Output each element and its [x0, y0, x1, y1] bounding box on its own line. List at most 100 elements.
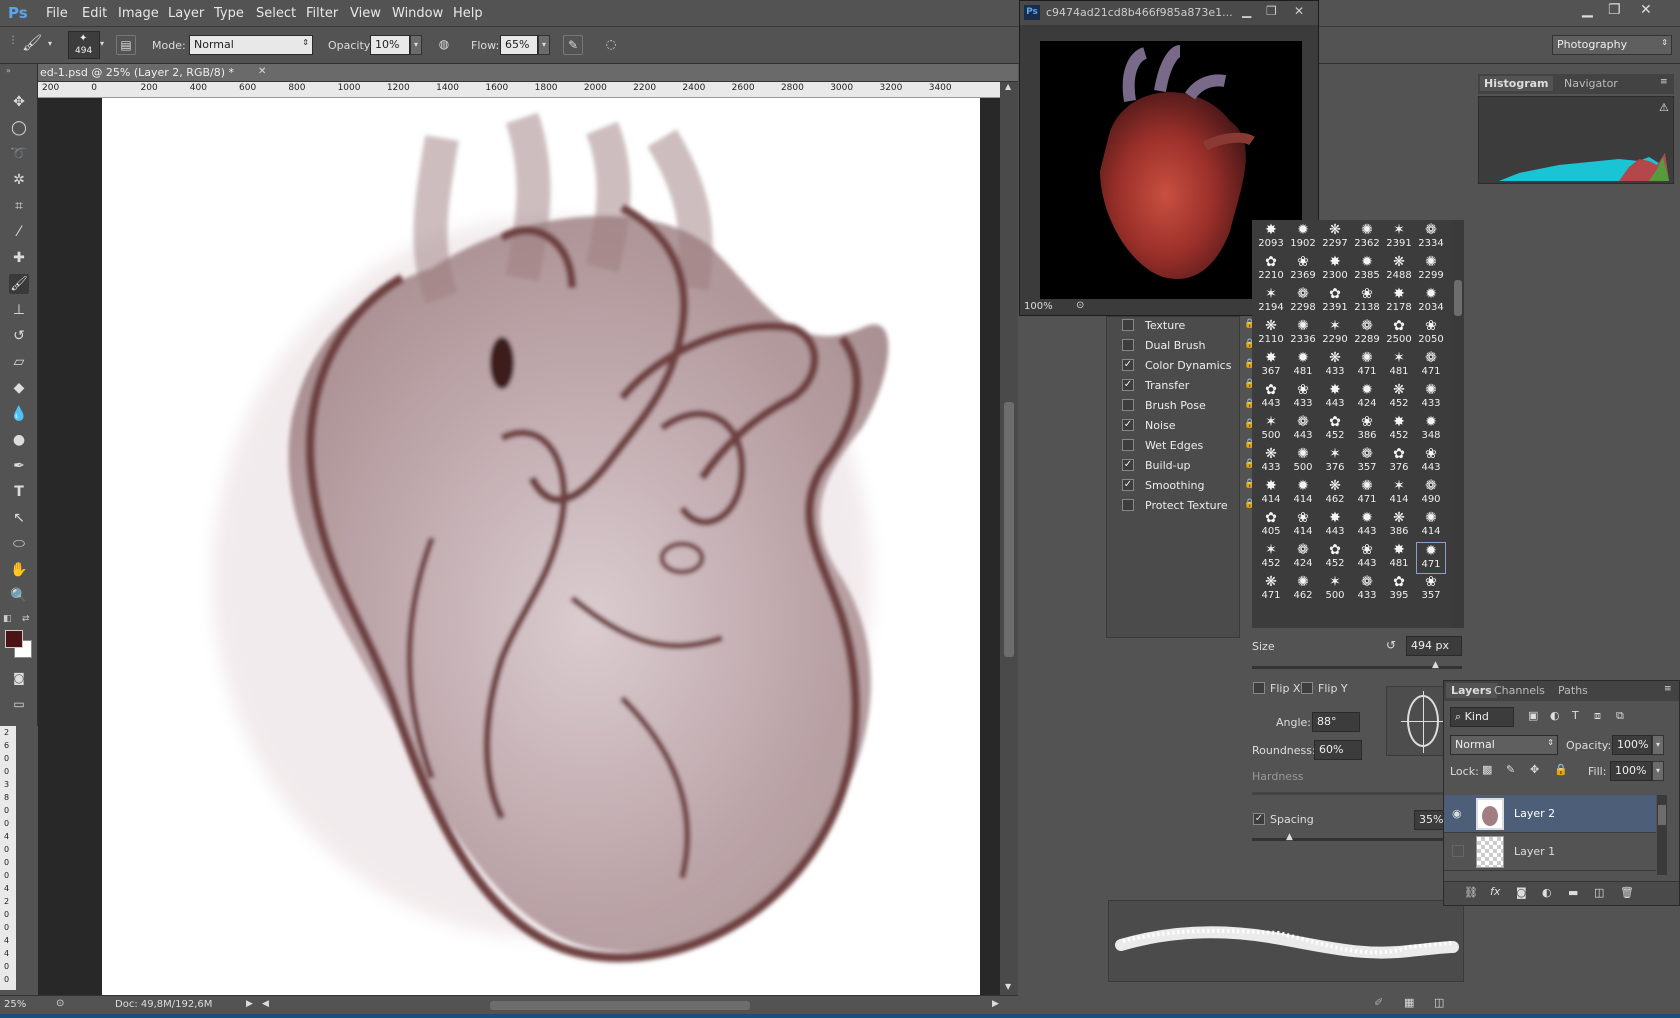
eraser-tool-icon[interactable]: ▱: [9, 352, 29, 372]
checkbox-checked[interactable]: ✓: [1122, 479, 1134, 491]
ellipse-tool-icon[interactable]: ⬭: [9, 534, 29, 554]
history-brush-icon[interactable]: ↺: [9, 326, 29, 346]
brush-tip-item[interactable]: ✹ 2385: [1352, 254, 1382, 286]
brush-tip-item[interactable]: ✿ 452: [1320, 414, 1350, 446]
brush-tip-item[interactable]: ❀ 2369: [1288, 254, 1318, 286]
size-input[interactable]: 494 px: [1406, 636, 1462, 656]
layer-filter-kind[interactable]: ⌕ Kind: [1450, 707, 1514, 727]
collapse-icon[interactable]: »: [6, 66, 11, 75]
brush-tip-item[interactable]: ✿ 443: [1256, 382, 1286, 414]
roundness-input[interactable]: 60%: [1314, 740, 1362, 760]
adjustment-layer-icon[interactable]: ◐: [1542, 886, 1552, 899]
pressure-size-icon[interactable]: ◌: [601, 35, 621, 55]
checkbox[interactable]: [1122, 439, 1134, 451]
grid-icon[interactable]: ▦: [1404, 996, 1414, 1009]
screen-mode-icon[interactable]: ▭: [9, 694, 29, 714]
brush-tip-item[interactable]: ✶ 500: [1256, 414, 1286, 446]
scroll-up-icon[interactable]: ▲: [1005, 82, 1011, 91]
close-tab-icon[interactable]: ✕: [258, 66, 266, 77]
checkbox-checked[interactable]: ✓: [1122, 459, 1134, 471]
layer-row-layer-1[interactable]: Layer 1: [1444, 833, 1656, 871]
menu-file[interactable]: File: [46, 6, 68, 21]
brush-tip-item[interactable]: ✸ 367: [1256, 350, 1286, 382]
path-selection-icon[interactable]: ↖: [9, 508, 29, 528]
quick-mask-icon[interactable]: ◙: [9, 668, 29, 688]
checkbox-checked[interactable]: ✓: [1122, 379, 1134, 391]
document-tab[interactable]: ed-1.psd @ 25% (Layer 2, RGB/8) * ✕: [38, 64, 1018, 82]
brush-tip-item[interactable]: ✸ 481: [1384, 542, 1414, 574]
layer-row-layer-2[interactable]: ◉ Layer 2: [1444, 795, 1656, 833]
brush-tip-item[interactable]: ❀ 386: [1352, 414, 1382, 446]
brush-tip-item[interactable]: ✸ 2178: [1384, 286, 1414, 318]
close-icon[interactable]: ✕: [1640, 2, 1652, 18]
swap-colors-icon[interactable]: ⇄: [22, 614, 30, 624]
restore-icon[interactable]: ❐: [1266, 4, 1277, 18]
brush-tip-item[interactable]: ✿ 2391: [1320, 286, 1350, 318]
brush-tip-item[interactable]: ✶ 2391: [1384, 222, 1414, 254]
brush-option-transfer[interactable]: ✓ Transfer 🔒: [1120, 376, 1255, 396]
horizontal-scroll-thumb[interactable]: [490, 1001, 750, 1010]
brush-tip-item[interactable]: ❁ 433: [1352, 574, 1382, 606]
brush-tip-item[interactable]: ❁ 443: [1288, 414, 1318, 446]
brush-tip-item[interactable]: ✶ 2194: [1256, 286, 1286, 318]
brush-tip-item[interactable]: ❋ 433: [1320, 350, 1350, 382]
blur-tool-icon[interactable]: 💧: [9, 404, 29, 424]
fx-icon[interactable]: fx: [1490, 885, 1500, 898]
brush-tip-item[interactable]: ✹ 2034: [1416, 286, 1446, 318]
fill-input[interactable]: 100%: [1610, 761, 1652, 781]
airbrush-icon[interactable]: ✎: [563, 35, 583, 55]
status-menu-icon[interactable]: ⊙: [56, 998, 64, 1009]
visibility-eye-icon[interactable]: ◉: [1452, 807, 1462, 820]
menu-edit[interactable]: Edit: [82, 6, 107, 21]
brush-tip-item[interactable]: ✿ 376: [1384, 446, 1414, 478]
brush-option-texture[interactable]: Texture 🔒: [1120, 316, 1255, 336]
menu-view[interactable]: View: [350, 6, 381, 21]
pen-tool-icon[interactable]: ✒: [9, 456, 29, 476]
brush-panel-toggle-icon[interactable]: ▤: [116, 35, 136, 55]
brush-tip-item[interactable]: ✹ 414: [1288, 478, 1318, 510]
brush-tip-item[interactable]: ✺ 462: [1288, 574, 1318, 606]
fill-dropdown[interactable]: ▾: [1652, 761, 1664, 781]
tab-histogram[interactable]: Histogram: [1480, 76, 1553, 91]
new-layer-icon[interactable]: ◫: [1594, 886, 1604, 899]
dodge-tool-icon[interactable]: ●: [9, 430, 29, 450]
panel-menu-icon[interactable]: ≡: [1664, 684, 1672, 694]
brush-tip-item[interactable]: ❋ 2488: [1384, 254, 1414, 286]
checkbox-checked[interactable]: ✓: [1122, 419, 1134, 431]
brush-tip-item[interactable]: ✿ 2500: [1384, 318, 1414, 350]
checkbox[interactable]: [1122, 399, 1134, 411]
filter-adjustment-icon[interactable]: ◐: [1550, 709, 1560, 722]
flow-dropdown-icon[interactable]: ▾: [538, 35, 550, 55]
filter-type-icon[interactable]: T: [1572, 709, 1579, 722]
zoom-tool-icon[interactable]: 🔍: [9, 586, 29, 606]
new-preset-icon[interactable]: ◫: [1434, 996, 1444, 1009]
status-menu-icon[interactable]: ⊙: [1076, 300, 1084, 311]
checkbox[interactable]: [1122, 499, 1134, 511]
brush-option-brush-pose[interactable]: Brush Pose 🔒: [1120, 396, 1255, 416]
brush-tip-item[interactable]: ❀ 433: [1288, 382, 1318, 414]
brush-tip-item[interactable]: ✹ 443: [1352, 510, 1382, 542]
brush-tip-item[interactable]: ❀ 443: [1416, 446, 1446, 478]
zoom-level[interactable]: 25%: [4, 999, 26, 1010]
lock-pixels-icon[interactable]: ✎: [1506, 763, 1515, 776]
lock-transparency-icon[interactable]: ▩: [1482, 763, 1492, 776]
chevron-down-icon[interactable]: ▾: [48, 39, 52, 48]
brush-tip-item[interactable]: ✹ 481: [1288, 350, 1318, 382]
tab-paths[interactable]: Paths: [1558, 684, 1588, 697]
menu-help[interactable]: Help: [453, 6, 483, 21]
brush-tip-item[interactable]: ✺ 471: [1352, 350, 1382, 382]
brush-tip-item[interactable]: ❋ 462: [1320, 478, 1350, 510]
angle-input[interactable]: 88°: [1312, 712, 1360, 732]
brush-tip-item[interactable]: ❀ 414: [1288, 510, 1318, 542]
reset-size-icon[interactable]: ↺: [1386, 638, 1396, 652]
checkbox-checked[interactable]: ✓: [1122, 359, 1134, 371]
pressure-opacity-icon[interactable]: ◍: [434, 35, 454, 55]
filter-pixel-icon[interactable]: ▣: [1528, 709, 1538, 722]
layers-scrollbar[interactable]: [1657, 795, 1667, 875]
brush-option-protect-texture[interactable]: Protect Texture 🔒: [1120, 496, 1255, 516]
menu-type[interactable]: Type: [214, 6, 244, 21]
scroll-thumb[interactable]: [1658, 805, 1666, 825]
size-slider-track[interactable]: [1252, 666, 1462, 669]
flip-x-checkbox[interactable]: [1253, 682, 1265, 694]
brush-tip-item[interactable]: ❁ 2289: [1352, 318, 1382, 350]
